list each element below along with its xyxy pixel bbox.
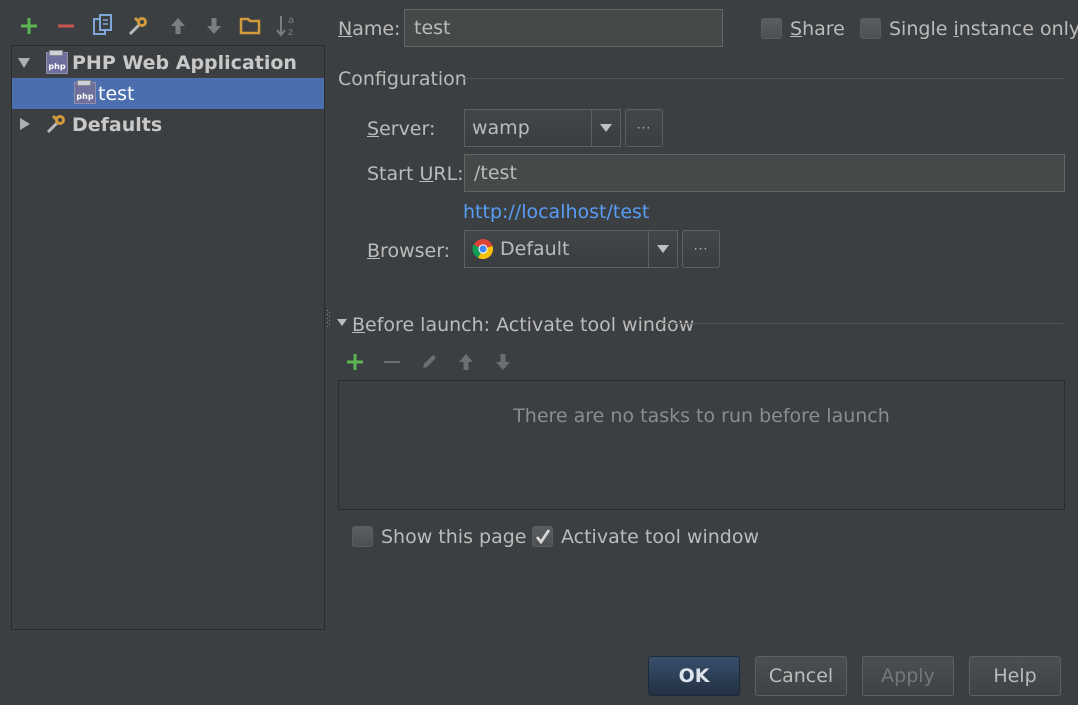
edit-task-icon[interactable] bbox=[416, 349, 442, 375]
start-url-field[interactable]: /test bbox=[464, 154, 1065, 192]
server-value: wamp bbox=[472, 117, 530, 139]
start-url-value: /test bbox=[474, 162, 517, 184]
splitter-handle-icon[interactable] bbox=[326, 308, 332, 330]
chevron-down-icon[interactable] bbox=[648, 231, 677, 267]
help-button[interactable]: Help bbox=[969, 656, 1061, 696]
share-checkbox[interactable] bbox=[761, 18, 782, 39]
browser-value-wrap: Default bbox=[465, 238, 648, 260]
server-browse-button[interactable]: ··· bbox=[625, 109, 663, 147]
browser-select[interactable]: Default bbox=[464, 230, 678, 268]
before-launch-title[interactable]: Before launch: Activate tool window bbox=[352, 314, 694, 336]
move-task-down-icon[interactable] bbox=[490, 349, 516, 375]
name-label: Name: bbox=[338, 18, 401, 40]
browser-value: Default bbox=[500, 238, 570, 260]
apply-button[interactable]: Apply bbox=[862, 656, 954, 696]
single-instance-label: Single instance only bbox=[889, 18, 1078, 40]
resolved-url-link[interactable]: http://localhost/test bbox=[463, 201, 649, 223]
cancel-button[interactable]: Cancel bbox=[755, 656, 847, 696]
wrench-icon[interactable] bbox=[124, 12, 154, 40]
single-instance-checkbox[interactable] bbox=[860, 18, 881, 39]
chrome-icon bbox=[472, 239, 493, 260]
add-task-icon[interactable] bbox=[342, 349, 368, 375]
configuration-separator bbox=[462, 78, 1063, 79]
tree-item-defaults[interactable]: Defaults bbox=[12, 109, 324, 140]
run-configurations-tree[interactable]: php PHP Web Application php test Default… bbox=[11, 45, 325, 630]
collapse-arrow-icon[interactable] bbox=[18, 117, 32, 131]
before-launch-separator bbox=[660, 323, 1063, 324]
wrench-icon bbox=[46, 114, 65, 134]
svg-text:z: z bbox=[288, 27, 293, 38]
empty-tasks-text: There are no tasks to run before launch bbox=[513, 405, 890, 427]
remove-icon[interactable] bbox=[51, 12, 81, 40]
expand-arrow-icon[interactable] bbox=[17, 56, 31, 70]
tree-item-php-web-application[interactable]: php PHP Web Application bbox=[12, 47, 324, 78]
arrow-down-icon[interactable] bbox=[199, 12, 229, 40]
copy-icon[interactable] bbox=[88, 12, 118, 40]
name-field[interactable]: test bbox=[404, 9, 723, 47]
server-label: Server: bbox=[367, 118, 436, 140]
activate-tool-window-checkbox[interactable] bbox=[532, 526, 553, 547]
add-icon[interactable] bbox=[14, 12, 44, 40]
folder-icon[interactable] bbox=[235, 12, 265, 40]
ok-button[interactable]: OK bbox=[648, 656, 740, 696]
browser-label: Browser: bbox=[367, 240, 451, 262]
show-this-page-label: Show this page bbox=[381, 526, 527, 548]
tree-item-label: PHP Web Application bbox=[72, 51, 297, 74]
browser-browse-button[interactable]: ··· bbox=[682, 230, 720, 268]
checkmark-icon bbox=[535, 528, 550, 544]
php-icon: php bbox=[46, 50, 68, 74]
share-label: Share bbox=[790, 18, 845, 40]
move-task-up-icon[interactable] bbox=[453, 349, 479, 375]
tree-item-test[interactable]: php test bbox=[12, 78, 324, 109]
tree-item-label: test bbox=[98, 82, 135, 105]
tree-item-label: Defaults bbox=[72, 113, 163, 136]
show-this-page-checkbox[interactable] bbox=[352, 526, 373, 547]
arrow-up-icon[interactable] bbox=[163, 12, 193, 40]
start-url-label: Start URL: bbox=[367, 163, 464, 185]
sort-az-icon[interactable]: az bbox=[272, 12, 302, 40]
before-launch-tasks-list[interactable]: There are no tasks to run before launch bbox=[338, 380, 1065, 510]
activate-tool-window-label: Activate tool window bbox=[561, 526, 760, 548]
server-select[interactable]: wamp bbox=[464, 109, 621, 147]
svg-text:a: a bbox=[288, 15, 294, 26]
chevron-down-icon[interactable] bbox=[591, 110, 620, 146]
php-icon: php bbox=[74, 80, 96, 104]
remove-task-icon[interactable] bbox=[379, 349, 405, 375]
name-value: test bbox=[414, 17, 451, 39]
collapse-arrow-icon[interactable] bbox=[337, 319, 347, 327]
configuration-label: Configuration bbox=[338, 68, 467, 90]
